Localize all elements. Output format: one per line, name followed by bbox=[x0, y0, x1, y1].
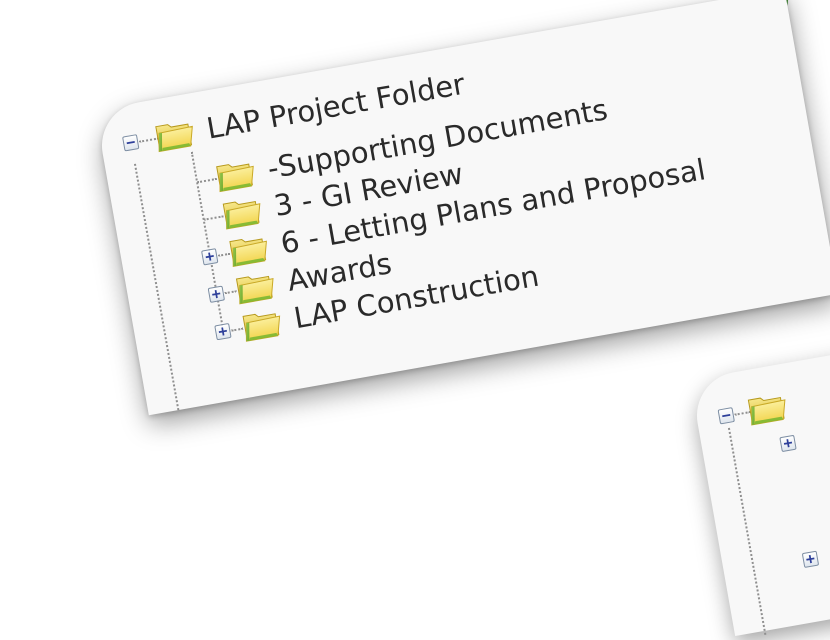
folder-tree-panel: LAP Project Folder − -Supporting Documen… bbox=[95, 0, 830, 416]
connector-4 bbox=[224, 290, 237, 295]
connector-1 bbox=[196, 177, 217, 184]
expand-icon[interactable]: + bbox=[214, 322, 232, 341]
connector-5 bbox=[231, 327, 244, 332]
connector-3 bbox=[218, 252, 231, 257]
collapse-icon[interactable]: − bbox=[122, 133, 140, 152]
open-folder-icon bbox=[214, 154, 259, 194]
open-folder-icon bbox=[153, 114, 198, 154]
connector-2 bbox=[203, 215, 224, 221]
tree-trunk-line bbox=[727, 427, 767, 635]
open-folder-icon bbox=[745, 388, 790, 428]
open-folder-icon bbox=[240, 304, 285, 344]
collapse-icon[interactable]: − bbox=[717, 406, 735, 425]
expand-icon[interactable]: + bbox=[207, 284, 226, 303]
expand-icon[interactable]: + bbox=[779, 433, 797, 453]
open-folder-icon bbox=[220, 192, 265, 232]
open-folder-icon bbox=[233, 266, 278, 306]
tree-trunk-line bbox=[133, 163, 180, 411]
expand-icon[interactable]: + bbox=[201, 247, 219, 266]
secondary-tree-panel: − + + bbox=[690, 327, 830, 637]
expand-icon[interactable]: + bbox=[801, 549, 820, 568]
open-folder-icon bbox=[227, 229, 272, 269]
